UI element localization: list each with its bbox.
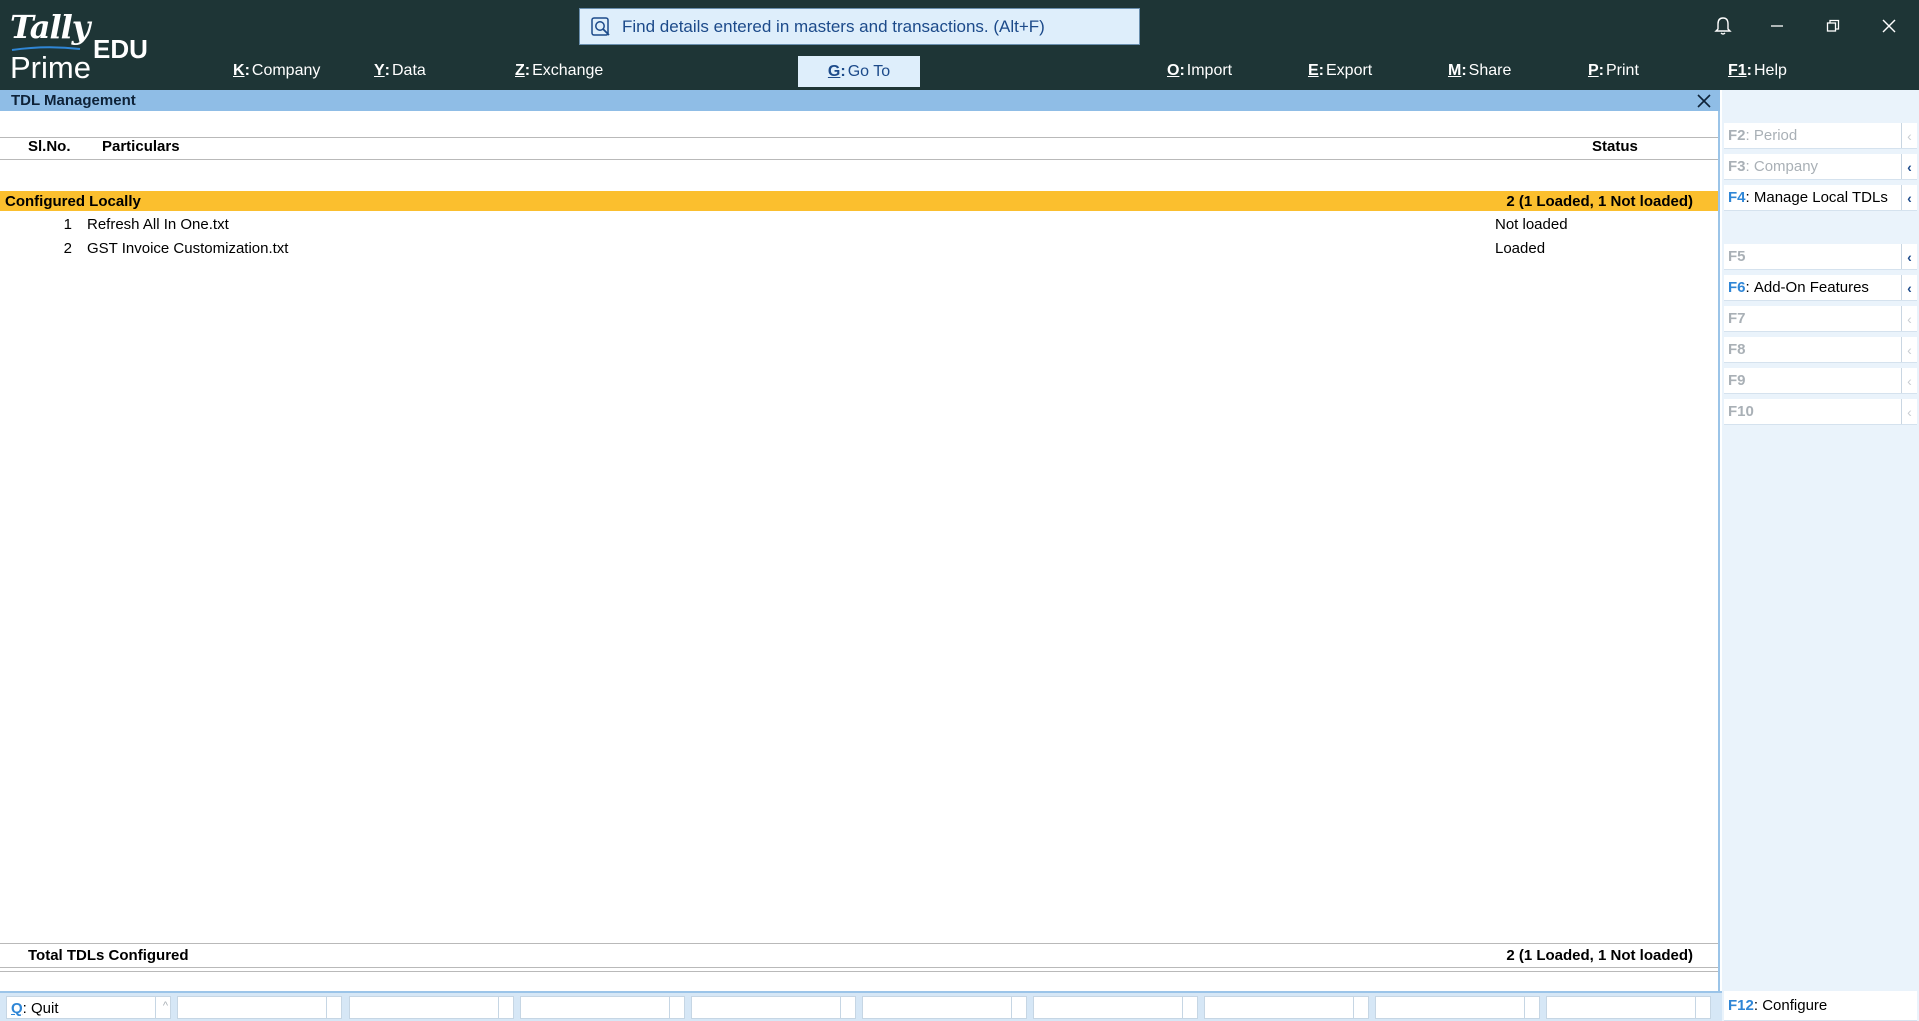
totals-divider-bottom-2 — [0, 971, 1718, 972]
header-divider-bottom — [0, 159, 1718, 160]
restore-icon — [1826, 19, 1840, 32]
quit-button[interactable]: Q: Quit ^ — [6, 996, 171, 1019]
chevron-left-icon: ‹ — [1901, 337, 1917, 362]
menu-share[interactable]: MShare — [1448, 56, 1511, 86]
chevron-left-icon: ‹ — [1901, 244, 1917, 269]
row-number: 1 — [63, 216, 72, 233]
tally-prime-logo: Tally Prime EDU — [10, 8, 160, 85]
bottom-empty-button[interactable] — [520, 996, 685, 1019]
menu-data[interactable]: YData — [374, 56, 426, 86]
column-header-particulars: Particulars — [102, 138, 180, 155]
screen-title-bar: TDL Management — [0, 90, 1720, 111]
menu-go-to[interactable]: GGo To — [798, 56, 920, 87]
right-button-panel — [1722, 90, 1919, 1021]
group-summary: 2 (1 Loaded, 1 Not loaded) — [1506, 193, 1693, 210]
menu-import[interactable]: OImport — [1167, 56, 1232, 86]
totals-row: Total TDLs Configured 2 (1 Loaded, 1 Not… — [0, 944, 1718, 966]
row-status: Not loaded — [1495, 216, 1568, 233]
bottom-empty-button[interactable] — [1546, 996, 1711, 1019]
f7-button[interactable]: F7 ‹ — [1724, 306, 1917, 332]
bottom-empty-button[interactable] — [1204, 996, 1369, 1019]
search-bar[interactable]: Find details entered in masters and tran… — [579, 8, 1140, 45]
minimize-icon — [1771, 25, 1783, 27]
f9-button[interactable]: F9 ‹ — [1724, 368, 1917, 394]
f5-button[interactable]: F5 ‹ — [1724, 244, 1917, 270]
table-row[interactable]: 1 Refresh All In One.txt Not loaded — [0, 212, 1718, 236]
chevron-left-icon: ‹ — [1901, 368, 1917, 393]
column-header-slno: Sl.No. — [28, 138, 71, 155]
top-bar: Tally Prime EDU Find details entered in … — [0, 0, 1919, 90]
f6-add-on-features-button[interactable]: F6: Add-On Features ‹ — [1724, 275, 1917, 301]
bottom-empty-button[interactable] — [177, 996, 342, 1019]
group-configured-locally[interactable]: Configured Locally 2 (1 Loaded, 1 Not lo… — [0, 191, 1718, 211]
totals-value: 2 (1 Loaded, 1 Not loaded) — [1506, 947, 1693, 964]
totals-divider-bottom — [0, 967, 1718, 968]
tdl-list-panel: Sl.No. Particulars Status Configured Loc… — [0, 111, 1720, 991]
bottom-empty-button[interactable] — [1033, 996, 1198, 1019]
header-divider-top — [0, 137, 1718, 138]
f10-button[interactable]: F10 ‹ — [1724, 399, 1917, 425]
f4-manage-local-tdls-button[interactable]: F4: Manage Local TDLs ‹ — [1724, 185, 1917, 211]
f2-period-button[interactable]: F2: Period ‹ — [1724, 123, 1917, 149]
totals-label: Total TDLs Configured — [28, 947, 189, 964]
table-row[interactable]: 2 GST Invoice Customization.txt Loaded — [0, 236, 1718, 260]
chevron-left-icon: ‹ — [1901, 123, 1917, 148]
notification-button[interactable] — [1705, 10, 1741, 42]
f12-configure-button[interactable]: F12: Configure — [1724, 991, 1917, 1021]
close-window-button[interactable] — [1871, 10, 1907, 42]
chevron-up-icon: ^ — [162, 1000, 168, 1012]
menu-company[interactable]: KCompany — [233, 56, 320, 86]
chevron-left-icon: ‹ — [1901, 185, 1917, 210]
restore-button[interactable] — [1815, 10, 1851, 42]
group-label: Configured Locally — [5, 193, 141, 210]
bottom-empty-button[interactable] — [349, 996, 514, 1019]
close-screen-icon[interactable] — [1694, 91, 1714, 111]
search-placeholder: Find details entered in masters and tran… — [622, 16, 1045, 36]
row-tdl-name: Refresh All In One.txt — [87, 216, 229, 233]
search-icon — [591, 16, 610, 36]
menu-export[interactable]: EExport — [1308, 56, 1372, 86]
f8-button[interactable]: F8 ‹ — [1724, 337, 1917, 363]
chevron-left-icon: ‹ — [1901, 154, 1917, 179]
bottom-empty-button[interactable] — [862, 996, 1027, 1019]
chevron-left-icon: ‹ — [1901, 275, 1917, 300]
chevron-left-icon: ‹ — [1901, 306, 1917, 331]
bottom-empty-button[interactable] — [691, 996, 856, 1019]
screen-title: TDL Management — [11, 92, 136, 109]
row-number: 2 — [63, 240, 72, 257]
minimize-button[interactable] — [1759, 10, 1795, 42]
row-tdl-name: GST Invoice Customization.txt — [87, 240, 289, 257]
chevron-left-icon: ‹ — [1901, 399, 1917, 424]
menu-exchange[interactable]: ZExchange — [515, 56, 603, 86]
row-status: Loaded — [1495, 240, 1546, 257]
logo-tally-text: Tally — [10, 8, 90, 46]
f3-company-button[interactable]: F3: Company ‹ — [1724, 154, 1917, 180]
logo-edu-text: EDU — [93, 34, 148, 64]
bottom-empty-button[interactable] — [1375, 996, 1540, 1019]
menu-help[interactable]: F1Help — [1728, 56, 1787, 86]
close-icon — [1882, 19, 1896, 33]
logo-prime-text: Prime — [10, 50, 91, 85]
column-header-status: Status — [1592, 138, 1638, 155]
bell-icon — [1714, 17, 1732, 35]
menu-print[interactable]: PPrint — [1588, 56, 1639, 86]
